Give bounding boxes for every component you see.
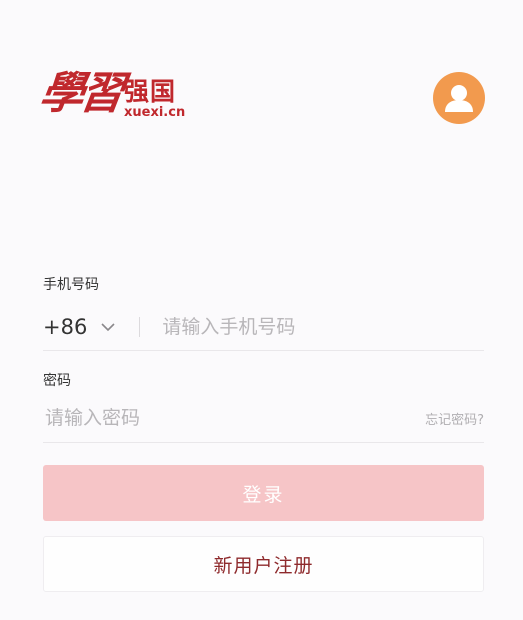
divider xyxy=(139,317,141,337)
phone-field-row: +86 xyxy=(43,304,484,351)
phone-input[interactable] xyxy=(160,315,465,339)
password-field-row: 忘记密码? xyxy=(43,394,484,443)
phone-label: 手机号码 xyxy=(43,277,99,293)
user-icon xyxy=(445,85,473,112)
avatar-button[interactable] xyxy=(433,72,485,124)
password-input[interactable] xyxy=(43,406,347,430)
register-button[interactable]: 新用户注册 xyxy=(43,536,484,592)
logo-domain-text: xuexi.cn xyxy=(124,105,186,120)
login-button[interactable]: 登录 xyxy=(43,465,484,521)
chevron-down-icon[interactable] xyxy=(99,318,117,336)
logo-chinese-text: 强国 xyxy=(124,77,177,106)
forgot-password-link[interactable]: 忘记密码? xyxy=(425,409,484,428)
password-label: 密码 xyxy=(43,373,71,389)
country-code-select[interactable]: +86 xyxy=(43,315,87,339)
logo-script-text: 學習 xyxy=(36,68,124,119)
app-logo: 學習 强国 xuexi.cn xyxy=(36,66,186,122)
